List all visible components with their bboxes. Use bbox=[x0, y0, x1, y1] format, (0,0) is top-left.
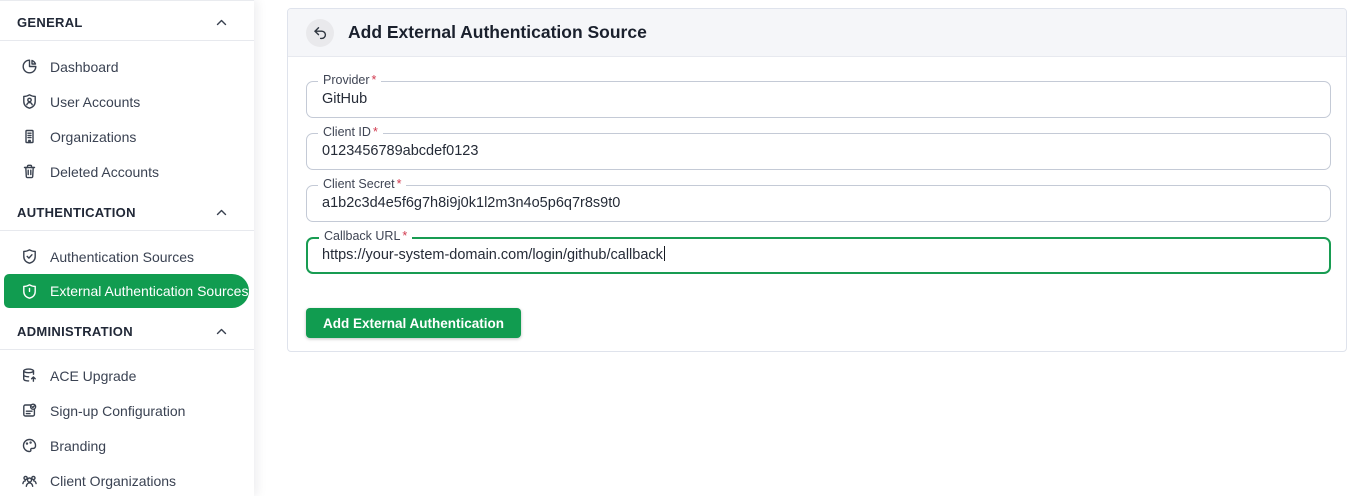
required-asterisk: * bbox=[396, 177, 402, 191]
client-id-label: Client ID * bbox=[318, 125, 383, 139]
required-asterisk: * bbox=[402, 229, 408, 243]
sidebar-item-label: Branding bbox=[50, 437, 107, 454]
chevron-up-icon bbox=[216, 328, 227, 335]
client-secret-input[interactable]: a1b2c3d4e5f6g7h8i9j0k1l2m3n4o5p6q7r8s9t0 bbox=[307, 186, 1330, 221]
section-label: ADMINISTRATION bbox=[17, 324, 133, 339]
chevron-up-icon bbox=[216, 19, 227, 26]
sidebar-item-signup-configuration[interactable]: Sign-up Configuration bbox=[0, 393, 254, 428]
back-button[interactable] bbox=[306, 18, 334, 47]
trash-icon bbox=[21, 163, 38, 180]
admin-app: GENERAL Dashboard User Accounts Organiza… bbox=[0, 0, 1351, 496]
card-header: Add External Authentication Source bbox=[288, 9, 1346, 57]
section-header-general[interactable]: GENERAL bbox=[0, 5, 254, 41]
client-id-field[interactable]: Client ID * 0123456789abcdef0123 bbox=[306, 125, 1331, 170]
provider-label: Provider * bbox=[318, 73, 382, 87]
section-items-authentication: Authentication Sources External Authenti… bbox=[0, 231, 254, 314]
client-secret-label: Client Secret * bbox=[318, 177, 407, 191]
building-icon bbox=[21, 128, 38, 145]
sidebar-item-dashboard[interactable]: Dashboard bbox=[0, 49, 254, 84]
sidebar-item-authentication-sources[interactable]: Authentication Sources bbox=[0, 239, 254, 274]
section-header-administration[interactable]: ADMINISTRATION bbox=[0, 314, 254, 350]
section-items-administration: ACE Upgrade Sign-up Configuration Brandi… bbox=[0, 350, 254, 496]
people-icon bbox=[21, 472, 38, 489]
sidebar-item-branding[interactable]: Branding bbox=[0, 428, 254, 463]
page-title: Add External Authentication Source bbox=[348, 22, 647, 42]
sidebar-item-external-authentication-sources[interactable]: External Authentication Sources bbox=[4, 274, 249, 308]
sidebar-item-organizations[interactable]: Organizations bbox=[0, 119, 254, 154]
sidebar-item-label: User Accounts bbox=[50, 93, 141, 110]
shield-alert-icon bbox=[21, 283, 38, 300]
chevron-up-icon bbox=[216, 209, 227, 216]
sidebar-item-deleted-accounts[interactable]: Deleted Accounts bbox=[0, 154, 254, 189]
section-items-general: Dashboard User Accounts Organizations De… bbox=[0, 41, 254, 195]
client-id-input[interactable]: 0123456789abcdef0123 bbox=[307, 134, 1330, 169]
database-upgrade-icon bbox=[21, 367, 38, 384]
palette-icon bbox=[21, 437, 38, 454]
callback-url-label: Callback URL * bbox=[319, 229, 413, 243]
sidebar-item-ace-upgrade[interactable]: ACE Upgrade bbox=[0, 358, 254, 393]
section-header-authentication[interactable]: AUTHENTICATION bbox=[0, 195, 254, 231]
card-body: Provider * GitHub Client ID * 0123456789ab… bbox=[288, 57, 1346, 338]
sidebar-item-label: Deleted Accounts bbox=[50, 163, 159, 180]
sidebar-item-label: Sign-up Configuration bbox=[50, 402, 186, 419]
pie-chart-icon bbox=[21, 58, 38, 75]
sidebar-item-label: External Authentication Sources bbox=[50, 283, 249, 299]
document-check-icon bbox=[21, 402, 38, 419]
sidebar-item-label: Authentication Sources bbox=[50, 248, 194, 265]
section-label: GENERAL bbox=[17, 15, 83, 30]
sidebar-item-label: Client Organizations bbox=[50, 472, 177, 489]
sidebar-item-label: ACE Upgrade bbox=[50, 367, 137, 384]
required-asterisk: * bbox=[372, 125, 378, 139]
add-external-auth-card: Add External Authentication Source Provi… bbox=[287, 8, 1347, 352]
add-external-authentication-button[interactable]: Add External Authentication bbox=[306, 308, 522, 338]
required-asterisk: * bbox=[371, 73, 377, 87]
sidebar-item-client-organizations[interactable]: Client Organizations bbox=[0, 463, 254, 496]
sidebar: GENERAL Dashboard User Accounts Organiza… bbox=[0, 0, 254, 496]
sidebar-item-label: Dashboard bbox=[50, 58, 119, 75]
callback-url-input[interactable]: https://your-system-domain.com/login/git… bbox=[308, 239, 1329, 272]
provider-input[interactable]: GitHub bbox=[307, 82, 1330, 117]
client-secret-field[interactable]: Client Secret * a1b2c3d4e5f6g7h8i9j0k1l2m… bbox=[306, 177, 1331, 222]
section-label: AUTHENTICATION bbox=[17, 205, 136, 220]
provider-field[interactable]: Provider * GitHub bbox=[306, 73, 1331, 118]
back-arrow-icon bbox=[311, 24, 329, 42]
shield-check-icon bbox=[21, 248, 38, 265]
callback-url-field[interactable]: Callback URL * https://your-system-domain… bbox=[306, 229, 1331, 274]
sidebar-item-user-accounts[interactable]: User Accounts bbox=[0, 84, 254, 119]
sidebar-item-label: Organizations bbox=[50, 128, 137, 145]
user-badge-icon bbox=[21, 93, 38, 110]
